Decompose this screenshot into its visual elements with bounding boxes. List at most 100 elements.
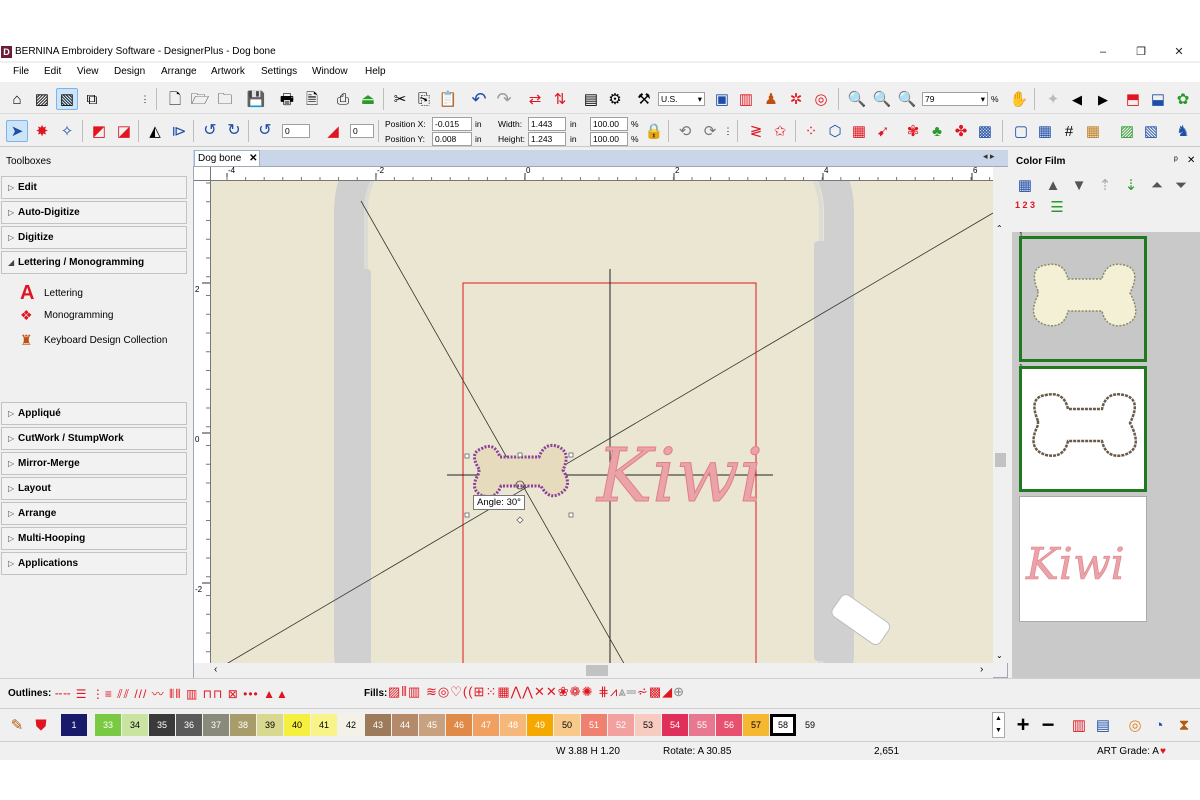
move-down-icon[interactable]: ⇣ [1120,174,1142,196]
last-icon[interactable]: ⏷ [1170,174,1192,196]
thread-colors-icon[interactable]: ▥ [1068,714,1090,736]
mirror-horizontal-icon[interactable]: ◭ [144,120,166,142]
lock-proportions-icon[interactable]: 🔒 [643,120,665,142]
menu-design[interactable]: Design [114,66,145,77]
color-swatch-1[interactable]: 1 [61,714,87,736]
backstitch-icon[interactable]: ⫽⫽ [117,687,130,701]
rotate-15-left-icon[interactable]: ⟲ [674,120,696,142]
toolbox-mirror-merge[interactable]: ▷ Mirror-Merge [1,452,187,475]
color-swatch-49[interactable]: 49 [527,714,553,736]
color-swatch-45[interactable]: 45 [419,714,445,736]
hoop-icon[interactable]: ◎ [810,88,832,110]
horizontal-scrollbar[interactable]: ‹ › [194,663,993,678]
menu-view[interactable]: View [77,66,99,77]
reshape-icon[interactable]: ◩ [88,120,110,142]
rotate-angle-input[interactable]: 0 [282,124,310,138]
pattern2-fill-icon[interactable]: ▩ [649,684,662,699]
flower-icon[interactable]: ✾ [902,120,924,142]
color-swatch-34[interactable]: 34 [122,714,148,736]
more-icon[interactable]: ⋮ [723,120,733,142]
stem-icon[interactable]: /// [134,687,147,701]
quilt-icon[interactable]: ✤ [950,120,972,142]
zoom-fit-icon[interactable]: 🔍 [871,88,893,110]
properties-icon[interactable]: ▤ [580,88,602,110]
color-swatch-56[interactable]: 56 [716,714,742,736]
tools-icon[interactable]: ⚒ [633,88,655,110]
undo-icon[interactable]: ↶ [468,88,490,110]
scroll-up-icon[interactable]: ▲ [995,715,1002,722]
film-item-bone-fill[interactable] [1019,236,1147,362]
toolbox-arrange[interactable]: ▷ Arrange [1,502,187,525]
toolbox-edit[interactable]: ▷ Edit [1,176,187,199]
zoom-icon[interactable]: 🔍 [896,88,918,110]
color-blend-icon[interactable]: ▤ [1092,714,1114,736]
close-button[interactable]: ✕ [1164,45,1194,60]
horizontal-scroll-thumb[interactable] [586,665,608,676]
shape-icon[interactable]: ⬡ [824,120,846,142]
first-icon[interactable]: ⏶ [1146,174,1168,196]
contour-fill-icon[interactable]: (( [463,684,474,699]
design-library-icon[interactable]: ▣ [711,88,733,110]
dots-outline-icon[interactable]: ••• [243,687,259,701]
radial-fill-icon[interactable]: ⋕ [598,684,610,699]
pan-hand-icon[interactable]: ✋ [1008,88,1030,110]
color-swatch-54[interactable]: 54 [662,714,688,736]
rotate-15-right-icon[interactable]: ⟳ [699,120,721,142]
color-swatch-52[interactable]: 52 [608,714,634,736]
send-machine-icon[interactable]: ⎙ [332,88,354,110]
color-swatch-47[interactable]: 47 [473,714,499,736]
pin-icon[interactable]: ᵖ [1174,155,1178,166]
menu-edit[interactable]: Edit [44,66,61,77]
color-wheel-icon[interactable]: ✲ [785,88,807,110]
move-up-icon[interactable]: ⇡ [1094,174,1116,196]
color-swatch-53[interactable]: 53 [635,714,661,736]
checker-fill-icon[interactable]: ▦ [497,684,510,699]
point-select-icon[interactable]: ✧ [56,120,78,142]
show-stitches-icon[interactable]: ▧ [1140,120,1162,142]
tatami-fill-icon[interactable]: ▨ [388,684,401,699]
sequence-icon[interactable]: ⬒ [1122,88,1144,110]
color-swatch-43[interactable]: 43 [365,714,391,736]
color-swatch-48[interactable]: 48 [500,714,526,736]
blanket-outline-icon[interactable]: ⋮≡ [92,687,113,701]
color-wheel-icon[interactable]: ◎ [1124,714,1146,736]
sketch-fill-icon[interactable]: ❁ [570,684,582,699]
spool-icon[interactable]: ⧗ [1173,714,1195,736]
position-y-input[interactable]: 0.008 [432,132,472,146]
corner-fill-icon[interactable]: ◢ [662,684,673,699]
menu-window[interactable]: Window [312,66,348,77]
toolbox-layout[interactable]: ▷ Layout [1,477,187,500]
color-swatch-57[interactable]: 57 [743,714,769,736]
fancy-fill-icon[interactable]: ✺ [582,684,594,699]
tab-dog-bone[interactable]: Dog bone ✕ [194,150,260,166]
region-select[interactable]: U.S. ▾ [658,92,705,106]
stitch-player-icon[interactable]: ⇄ [524,88,546,110]
hoop-canvas-icon[interactable]: ⧉ [81,88,103,110]
menu-help[interactable]: Help [365,66,386,77]
lettering-tool[interactable]: A Lettering [20,282,83,305]
menu-settings[interactable]: Settings [261,66,297,77]
satin-outline-icon[interactable]: ⦀⦀ [169,687,182,701]
rotate-left-45-icon[interactable]: ↺ [199,120,221,142]
satin-icon[interactable]: ≷ [745,120,767,142]
move-to-end-icon[interactable]: ▼ [1068,174,1090,196]
film-item-kiwi-text[interactable]: Kiwi [1019,496,1147,622]
appliqué-icon[interactable]: ✿ [1172,88,1194,110]
show-fabric-icon[interactable]: ▨ [1116,120,1138,142]
next-icon[interactable]: ▶ [1092,88,1114,110]
mirror-vertical-icon[interactable]: ⧐ [168,120,190,142]
scroll-left-icon[interactable]: ‹ [214,664,217,675]
color-swatch-58[interactable]: 58 [770,714,796,736]
toolbox-lettering[interactable]: ◢ Lettering / Monogramming [1,251,187,274]
vertical-scroll-thumb[interactable] [995,453,1006,467]
slant-icon[interactable]: ◢ [322,120,344,142]
scroll-right-icon[interactable]: › [980,664,983,675]
print-icon[interactable]: 🖶 [276,88,298,110]
magic-wand-icon[interactable]: ✦ [1042,88,1064,110]
zoom-1to1-icon[interactable]: 🔍 [846,88,868,110]
copy-icon[interactable]: ⎘ [413,88,435,110]
thread-chart-icon[interactable]: ▥ [735,88,757,110]
color-swatch-37[interactable]: 37 [203,714,229,736]
usb-icon[interactable]: ⏏ [357,88,379,110]
grid-fill-icon[interactable]: ⊞ [474,684,486,699]
